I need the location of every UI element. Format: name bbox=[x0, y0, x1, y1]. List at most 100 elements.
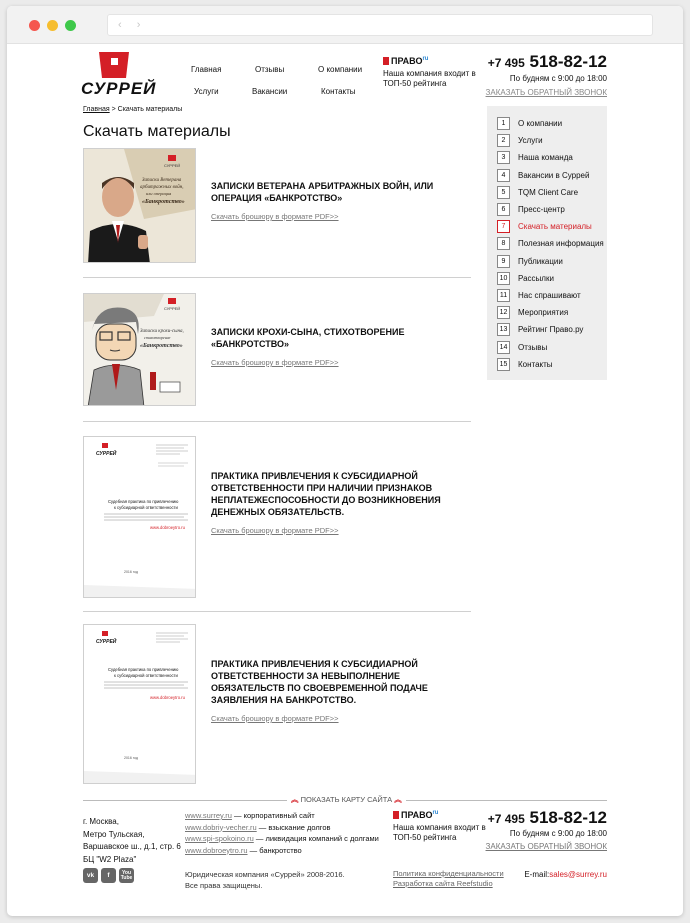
nav-contacts[interactable]: Контакты bbox=[321, 87, 356, 96]
header-phone[interactable]: +7 495 518-82-12 bbox=[486, 52, 607, 72]
site-logo[interactable]: СУРРЕЙ bbox=[81, 52, 161, 98]
svg-text:Записки крохи-сына,: Записки крохи-сына, bbox=[140, 329, 184, 334]
nav-reviews[interactable]: Отзывы bbox=[255, 65, 284, 74]
sidebar-item-label: Рассылки bbox=[518, 273, 554, 283]
developer-link[interactable]: Разработка сайта Reefstudio bbox=[393, 879, 504, 889]
svg-text:Судебная практика по привлечен: Судебная практика по привлечению bbox=[108, 667, 178, 672]
brochure-cover-1-image: СУРРЕЙ Записки Ветерана арбитражных войн… bbox=[84, 149, 195, 262]
item-title: Практика привлечения к субсидиарной отве… bbox=[211, 659, 428, 705]
nav-about[interactable]: О компании bbox=[318, 65, 362, 74]
sidebar-item-services[interactable]: 2 Услуги bbox=[497, 132, 607, 149]
svg-text:«Банкротство»: «Банкротство» bbox=[142, 199, 185, 205]
sidebar-item-vacancies[interactable]: 4 Вакансии в Суррей bbox=[497, 167, 607, 184]
sidebar-item-contacts[interactable]: 15 Контакты bbox=[497, 356, 607, 373]
phone-prefix: +7 495 bbox=[487, 812, 525, 826]
svg-text:www.dobroeytro.ru: www.dobroeytro.ru bbox=[150, 695, 186, 700]
working-hours: По будням с 9:00 до 18:00 bbox=[509, 829, 607, 838]
facebook-icon[interactable]: f bbox=[101, 868, 116, 883]
footer-site-desc: — ликвидация компаний с долгами bbox=[253, 834, 379, 843]
brochure-cover[interactable]: СУРРЕЙ Судебная практика по привлечению … bbox=[83, 436, 196, 598]
phone-number: 518-82-12 bbox=[529, 52, 607, 71]
brochure-cover-3-image: СУРРЕЙ Судебная практика по привлечению … bbox=[84, 437, 195, 597]
sidebar-item-useful-info[interactable]: 8 Полезная информация bbox=[497, 235, 607, 252]
sidebar-item-mailings[interactable]: 10 Рассылки bbox=[497, 270, 607, 287]
address-bar[interactable]: ‹ › bbox=[107, 14, 653, 36]
logo-mark-icon bbox=[99, 52, 129, 78]
download-pdf-link[interactable]: Скачать брошюру в формате PDF>> bbox=[211, 526, 461, 535]
back-forward-icon[interactable]: ‹ › bbox=[118, 19, 146, 31]
show-sitemap-link[interactable]: ︽ Показать карту сайта ︽ bbox=[287, 794, 406, 805]
footer-site-link[interactable]: www.dobriy-vecher.ru bbox=[185, 823, 257, 832]
sidebar-item-tqm[interactable]: 5 TQM Client Care bbox=[497, 184, 607, 201]
callback-link[interactable]: Заказать обратный звонок bbox=[486, 88, 607, 97]
youtube-icon[interactable]: You Tube bbox=[119, 868, 134, 883]
nav-home[interactable]: Главная bbox=[191, 65, 221, 74]
brochure-cover[interactable]: СУРРЕЙ Судебная практика по привлечению … bbox=[83, 624, 196, 784]
sidebar-item-label: Наша команда bbox=[518, 153, 573, 163]
brochure-cover[interactable]: СУРРЕЙ Записки крохи-сына, стихотворение… bbox=[83, 293, 196, 406]
brochure-cover[interactable]: СУРРЕЙ Записки Ветерана арбитражных войн… bbox=[83, 148, 196, 263]
sidebar-item-faq[interactable]: 11 Нас спрашивают bbox=[497, 287, 607, 304]
sidebar-menu: 1 О компании 2 Услуги 3 Наша команда 4 Вакан… bbox=[487, 106, 607, 380]
brochure-cover-2-image: СУРРЕЙ Записки крохи-сына, стихотворение… bbox=[84, 294, 195, 405]
sidebar-item-number: 8 bbox=[497, 237, 510, 251]
footer-site-link[interactable]: www.dobroeytro.ru bbox=[185, 846, 248, 855]
svg-text:СУРРЕЙ: СУРРЕЙ bbox=[96, 637, 117, 645]
sidebar-item-label: Рейтинг Право.ру bbox=[518, 325, 584, 335]
download-pdf-link[interactable]: Скачать брошюру в формате PDF>> bbox=[211, 358, 461, 367]
nav-services[interactable]: Услуги bbox=[194, 87, 219, 96]
sidebar-item-number: 13 bbox=[497, 323, 510, 337]
pravo-flag-icon bbox=[383, 57, 389, 65]
sidebar-item-label: Пресс-центр bbox=[518, 205, 565, 215]
sidebar-item-about[interactable]: 1 О компании bbox=[497, 115, 607, 132]
minimize-window-button[interactable] bbox=[47, 20, 58, 31]
footer-site-line: www.spi-spokoino.ru — ликвидация компани… bbox=[185, 833, 379, 845]
sidebar-item-number: 11 bbox=[497, 288, 510, 302]
sidebar-item-label: Полезная информация bbox=[518, 239, 604, 249]
download-pdf-link[interactable]: Скачать брошюру в формате PDF>> bbox=[211, 714, 461, 723]
sidebar-item-label: Вакансии в Суррей bbox=[518, 170, 590, 180]
footer-address: г. Москва, Метро Тульская, Варшавское ш.… bbox=[83, 816, 181, 866]
vk-icon[interactable]: vk bbox=[83, 868, 98, 883]
maximize-window-button[interactable] bbox=[65, 20, 76, 31]
site-page: СУРРЕЙ Главная Отзывы О компании Услуги … bbox=[7, 44, 683, 916]
footer-site-line: www.dobriy-vecher.ru — взыскание долгов bbox=[185, 822, 379, 834]
header-phone-block: +7 495 518-82-12 По будням с 9:00 до 18:… bbox=[486, 52, 607, 97]
sidebar-item-number: 6 bbox=[497, 203, 510, 217]
svg-text:к субсидиарной ответственности: к субсидиарной ответственности bbox=[114, 505, 178, 510]
sidebar-item-label: Нас спрашивают bbox=[518, 290, 581, 300]
close-window-button[interactable] bbox=[29, 20, 40, 31]
sidebar-item-number: 1 bbox=[497, 117, 510, 131]
sidebar-item-reviews[interactable]: 14 Отзывы bbox=[497, 338, 607, 355]
sidebar-item-publications[interactable]: 9 Публикации bbox=[497, 253, 607, 270]
privacy-policy-link[interactable]: Политика конфиденциальности bbox=[393, 869, 504, 879]
download-pdf-link[interactable]: Скачать брошюру в формате PDF>> bbox=[211, 212, 461, 221]
sidebar-item-label: Скачать материалы bbox=[518, 222, 592, 232]
double-chevron-up-icon: ︽ bbox=[394, 795, 402, 804]
svg-text:«Банкротство»: «Банкротство» bbox=[140, 343, 183, 349]
callback-link[interactable]: Заказать обратный звонок bbox=[486, 842, 607, 851]
breadcrumb-home[interactable]: Главная bbox=[83, 106, 110, 113]
sidebar-item-press[interactable]: 6 Пресс-центр bbox=[497, 201, 607, 218]
email-link[interactable]: sales@surrey.ru bbox=[549, 870, 607, 879]
sidebar-item-rating[interactable]: 13 Рейтинг Право.ру bbox=[497, 321, 607, 338]
svg-text:2016 год: 2016 год bbox=[124, 756, 138, 760]
footer-phone[interactable]: +7 495 518-82-12 bbox=[486, 808, 607, 828]
sidebar-item-team[interactable]: 3 Наша команда bbox=[497, 149, 607, 166]
sidebar-item-downloads[interactable]: 7 Скачать материалы bbox=[497, 218, 607, 235]
sidebar-item-events[interactable]: 12 Мероприятия bbox=[497, 304, 607, 321]
download-item: СУРРЕЙ Записки крохи-сына, стихотворение… bbox=[83, 278, 471, 422]
sidebar-item-label: О компании bbox=[518, 119, 563, 129]
nav-vacancies[interactable]: Вакансии bbox=[252, 87, 287, 96]
footer-policy: Политика конфиденциальности Разработка с… bbox=[393, 869, 504, 888]
download-item: СУРРЕЙ Судебная практика по привлечению … bbox=[83, 422, 471, 612]
footer-site-link[interactable]: www.spi-spokoino.ru bbox=[185, 834, 254, 843]
browser-titlebar: ‹ › bbox=[7, 6, 683, 44]
sidebar-item-number: 15 bbox=[497, 357, 510, 371]
page-title: Скачать материалы bbox=[83, 123, 231, 140]
brochure-cover-4-image: СУРРЕЙ Судебная практика по привлечению … bbox=[84, 625, 195, 783]
sidebar-item-number: 7 bbox=[497, 220, 510, 234]
sidebar-item-label: Мероприятия bbox=[518, 308, 569, 318]
footer-site-link[interactable]: www.surrey.ru bbox=[185, 811, 232, 820]
pravo-rating-badge[interactable]: ПРАВОru Наша компания входит в ТОП-50 ре… bbox=[383, 56, 483, 89]
